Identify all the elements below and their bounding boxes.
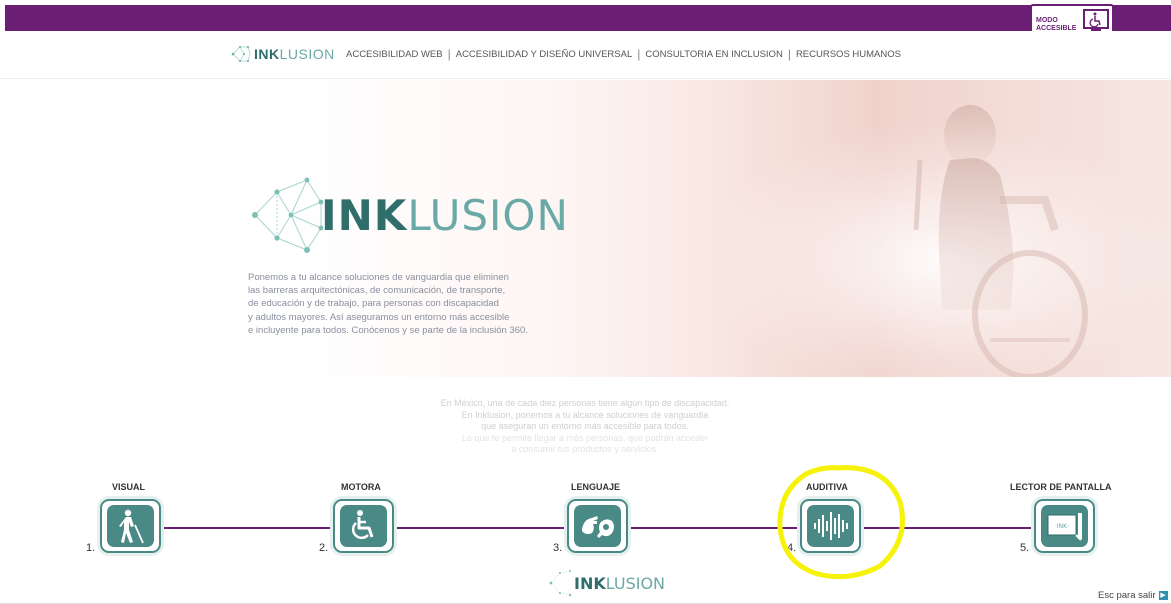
category-visual-button[interactable] (100, 499, 161, 553)
nav-menu: ACCESIBILIDAD WEB | ACCESIBILIDAD Y DISE… (346, 48, 906, 60)
esc-label: Esc para salir (1098, 590, 1156, 601)
blind-person-cane-icon (118, 509, 144, 544)
category-lector-button[interactable]: ·INK· (1034, 499, 1095, 553)
bottom-logo-text: INKLUSION (574, 573, 666, 593)
hero-logo: INKLUSION (247, 172, 569, 258)
hero-logo-text: INKLUSION (321, 190, 569, 240)
hero-banner (0, 80, 1171, 377)
bottom-logo: INKLUSION (548, 568, 665, 598)
nav-item-consultoria[interactable]: CONSULTORIA EN INCLUSION (640, 49, 787, 60)
category-number: 5. (1020, 542, 1030, 554)
svg-text:·INK·: ·INK· (1054, 523, 1068, 530)
nav-logo[interactable]: INKLUSION (230, 41, 335, 67)
network-logo-icon (252, 177, 324, 253)
category-number: 1. (86, 542, 96, 554)
category-label-lenguaje: LENGUAJE (571, 482, 621, 492)
network-logo-icon (231, 46, 251, 62)
exit-arrow-icon: ▶ (1158, 591, 1168, 600)
esc-exit-link[interactable]: Esc para salir ▶ (1098, 590, 1168, 601)
category-motora-button[interactable] (333, 499, 394, 553)
faded-intro-text: En México, una de cada diez personas tie… (440, 398, 730, 454)
wheelchair-silhouette-image (913, 105, 1088, 377)
hero-description: Ponemos a tu alcance soluciones de vangu… (248, 272, 528, 336)
wheelchair-icon (351, 510, 373, 540)
sign-language-icon (581, 516, 614, 538)
nav-item-accesibilidad-web[interactable]: ACCESIBILIDAD WEB (346, 49, 448, 60)
nav-item-diseno-universal[interactable]: ACCESIBILIDAD Y DISEÑO UNIVERSAL (451, 49, 638, 60)
category-number: 2. (319, 542, 329, 554)
nav-logo-text: INKLUSION (254, 46, 335, 62)
highlight-circle-annotation (777, 465, 905, 580)
main-nav: INKLUSION ACCESIBILIDAD WEB | ACCESIBILI… (0, 31, 1171, 79)
category-number: 3. (553, 542, 563, 554)
category-label-visual: VISUAL (112, 482, 146, 492)
nav-item-recursos-humanos[interactable]: RECURSOS HUMANOS (791, 49, 906, 60)
top-bar (5, 5, 1171, 31)
category-lenguaje-button[interactable] (567, 499, 628, 553)
screen-reader-icon: ·INK· (1047, 513, 1082, 541)
category-label-lector: LECTOR DE PANTALLA (1010, 482, 1112, 492)
category-label-motora: MOTORA (341, 482, 381, 492)
network-logo-icon (549, 570, 572, 597)
